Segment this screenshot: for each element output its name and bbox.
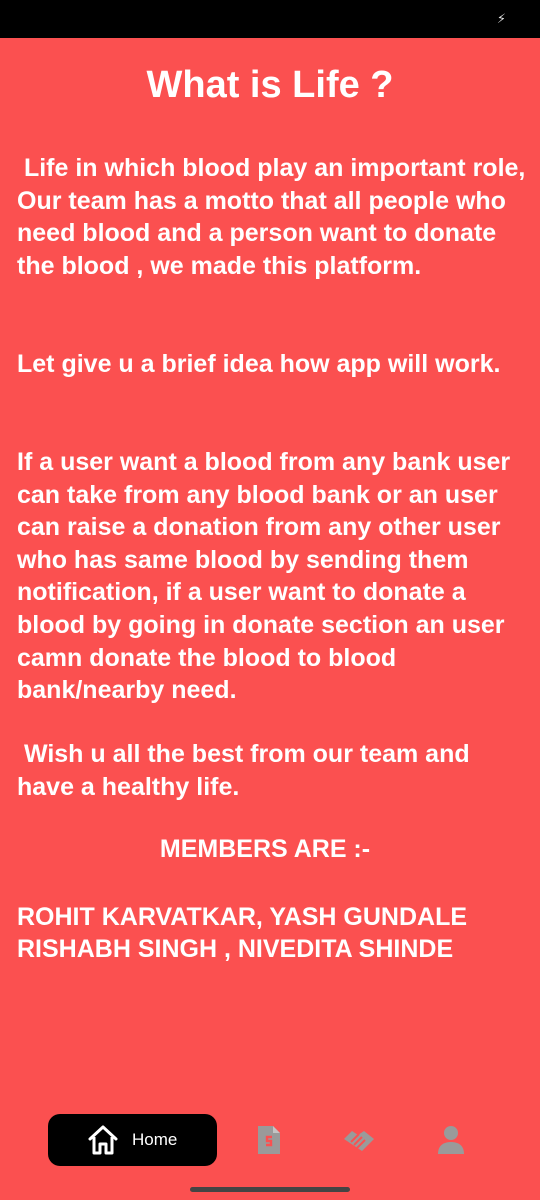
intro-paragraph: Life in which blood play an important ro… xyxy=(17,154,533,280)
page-title: What is Life ? xyxy=(146,64,394,106)
nav-home-button[interactable]: Home xyxy=(48,1114,217,1166)
members-line-1: ROHIT KARVATKAR, YASH GUNDALE xyxy=(17,903,468,931)
charging-icon: ⚡ xyxy=(496,12,506,27)
gesture-handle[interactable] xyxy=(190,1187,350,1192)
nav-home-label: Home xyxy=(132,1130,178,1149)
profile-icon[interactable] xyxy=(434,1123,468,1157)
bottom-navigation: Home xyxy=(0,1098,540,1200)
idea-paragraph: Let give u a brief idea how app will wor… xyxy=(17,350,501,378)
blood-document-icon[interactable] xyxy=(252,1123,286,1157)
handshake-icon[interactable] xyxy=(342,1123,376,1157)
about-content: What is Life ? Life in which blood play … xyxy=(0,38,540,1098)
members-list: ROHIT KARVATKAR, YASH GUNDALE RISHABH SI… xyxy=(17,901,467,965)
members-heading: MEMBERS ARE :- xyxy=(159,835,371,863)
wish-paragraph: Wish u all the best from our team and ha… xyxy=(17,740,477,801)
home-icon xyxy=(88,1125,118,1155)
how-it-works-paragraph: If a user want a blood from any bank use… xyxy=(17,448,511,705)
status-bar: ⚡ xyxy=(0,0,540,38)
members-line-2: RISHABH SINGH , NIVEDITA SHINDE xyxy=(17,935,454,963)
